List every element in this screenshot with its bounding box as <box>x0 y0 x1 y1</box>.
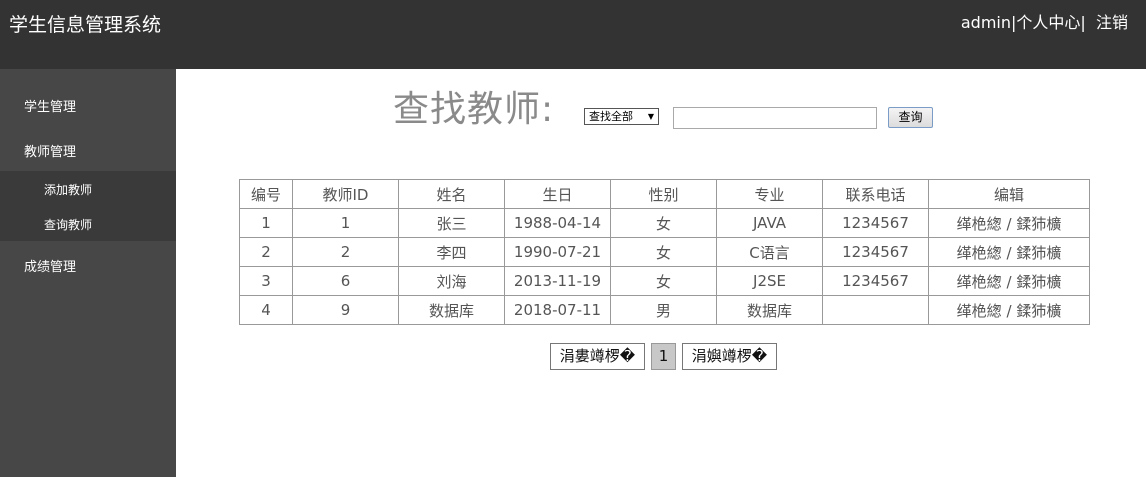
cell-name: 李四 <box>398 237 505 267</box>
sidebar-item-label: 成绩管理 <box>24 260 77 275</box>
cell-name: 数据库 <box>398 295 505 325</box>
table-row: 4 9 数据库 2018-07-11 男 数据库 缂栬緫 / 鍒犻櫎 <box>239 295 1090 325</box>
table-row: 3 6 刘海 2013-11-19 女 J2SE 1234567 缂栬緫 / 鍒… <box>239 266 1090 296</box>
cell-major: J2SE <box>716 266 823 296</box>
cell-actions: 缂栬緫 / 鍒犻櫎 <box>928 295 1090 325</box>
submenu-item-label: 添加教师 <box>44 183 93 197</box>
cell-actions: 缂栬緫 / 鍒犻櫎 <box>928 208 1090 238</box>
cell-id: 1 <box>292 208 399 238</box>
teacher-submenu: 添加教师 查询教师 <box>0 171 176 241</box>
nav-separator: | <box>1080 13 1086 32</box>
cell-name: 张三 <box>398 208 505 238</box>
pagination-next-button[interactable]: 涓嬩竴椤� <box>682 343 777 370</box>
submenu-item-label: 查询教师 <box>44 218 93 232</box>
cell-id: 6 <box>292 266 399 296</box>
table-row: 2 2 李四 1990-07-21 女 C语言 1234567 缂栬緫 / 鍒犻… <box>239 237 1090 267</box>
delete-link[interactable]: 鍒犻櫎 <box>1016 244 1061 262</box>
cell-phone <box>822 295 929 325</box>
sidebar-item-label: 教师管理 <box>24 145 77 160</box>
cell-phone: 1234567 <box>822 208 929 238</box>
column-header: 编辑 <box>928 179 1090 209</box>
cell-birthday: 2013-11-19 <box>504 266 611 296</box>
submenu-item-add-teacher[interactable]: 添加教师 <box>0 171 176 206</box>
cell-actions: 缂栬緫 / 鍒犻櫎 <box>928 237 1090 267</box>
column-header: 教师ID <box>292 179 399 209</box>
cell-birthday: 2018-07-11 <box>504 295 611 325</box>
cell-num: 1 <box>239 208 293 238</box>
search-scope-select[interactable]: 查找全部 ▼ <box>584 108 659 125</box>
edit-link[interactable]: 缂栬緫 <box>957 302 1002 320</box>
sidebar: 学生管理 教师管理 添加教师 查询教师 成绩管理 <box>0 69 176 477</box>
column-header: 编号 <box>239 179 293 209</box>
cell-id: 2 <box>292 237 399 267</box>
cell-name: 刘海 <box>398 266 505 296</box>
cell-birthday: 1990-07-21 <box>504 237 611 267</box>
submenu-item-query-teacher[interactable]: 查询教师 <box>0 206 176 241</box>
teacher-table: 编号 教师ID 姓名 生日 性别 专业 联系电话 编辑 1 1 张三 1988-… <box>239 179 1090 325</box>
select-value: 查找全部 <box>589 110 633 123</box>
cell-gender: 女 <box>610 208 717 238</box>
column-header: 联系电话 <box>822 179 929 209</box>
cell-phone: 1234567 <box>822 266 929 296</box>
action-separator: / <box>1006 243 1012 262</box>
main-content: 查找教师: 查找全部 ▼ 查询 编号 教师ID 姓名 生日 性别 专业 联系电话… <box>176 69 1146 477</box>
column-header: 性别 <box>610 179 717 209</box>
username-link[interactable]: admin <box>961 13 1011 32</box>
sidebar-item-label: 学生管理 <box>24 100 77 115</box>
delete-link[interactable]: 鍒犻櫎 <box>1016 215 1061 233</box>
delete-link[interactable]: 鍒犻櫎 <box>1016 273 1061 291</box>
cell-num: 3 <box>239 266 293 296</box>
search-heading: 查找教师: <box>393 89 555 130</box>
profile-link[interactable]: 个人中心 <box>1016 13 1080 32</box>
pagination-current-page[interactable]: 1 <box>651 343 676 370</box>
user-nav: admin|个人中心| 注销 <box>961 12 1128 34</box>
cell-major: C语言 <box>716 237 823 267</box>
column-header: 生日 <box>504 179 611 209</box>
column-header: 专业 <box>716 179 823 209</box>
top-header: 学生信息管理系统 admin|个人中心| 注销 <box>0 0 1146 69</box>
action-separator: / <box>1006 301 1012 320</box>
cell-gender: 女 <box>610 237 717 267</box>
dropdown-arrow-icon: ▼ <box>647 112 654 121</box>
edit-link[interactable]: 缂栬緫 <box>957 215 1002 233</box>
table-row: 1 1 张三 1988-04-14 女 JAVA 1234567 缂栬緫 / 鍒… <box>239 208 1090 238</box>
cell-num: 2 <box>239 237 293 267</box>
cell-major: JAVA <box>716 208 823 238</box>
pagination-prev-button[interactable]: 涓婁竴椤� <box>550 343 645 370</box>
cell-birthday: 1988-04-14 <box>504 208 611 238</box>
cell-id: 9 <box>292 295 399 325</box>
search-input[interactable] <box>673 107 877 129</box>
column-header: 姓名 <box>398 179 505 209</box>
cell-gender: 女 <box>610 266 717 296</box>
app-title: 学生信息管理系统 <box>9 14 162 36</box>
cell-actions: 缂栬緫 / 鍒犻櫎 <box>928 266 1090 296</box>
search-button[interactable]: 查询 <box>888 107 933 128</box>
table-header-row: 编号 教师ID 姓名 生日 性别 专业 联系电话 编辑 <box>239 179 1090 209</box>
logout-link[interactable]: 注销 <box>1096 13 1128 32</box>
cell-phone: 1234567 <box>822 237 929 267</box>
edit-link[interactable]: 缂栬緫 <box>957 244 1002 262</box>
delete-link[interactable]: 鍒犻櫎 <box>1016 302 1061 320</box>
action-separator: / <box>1006 214 1012 233</box>
cell-major: 数据库 <box>716 295 823 325</box>
edit-link[interactable]: 缂栬緫 <box>957 273 1002 291</box>
cell-gender: 男 <box>610 295 717 325</box>
action-separator: / <box>1006 272 1012 291</box>
cell-num: 4 <box>239 295 293 325</box>
